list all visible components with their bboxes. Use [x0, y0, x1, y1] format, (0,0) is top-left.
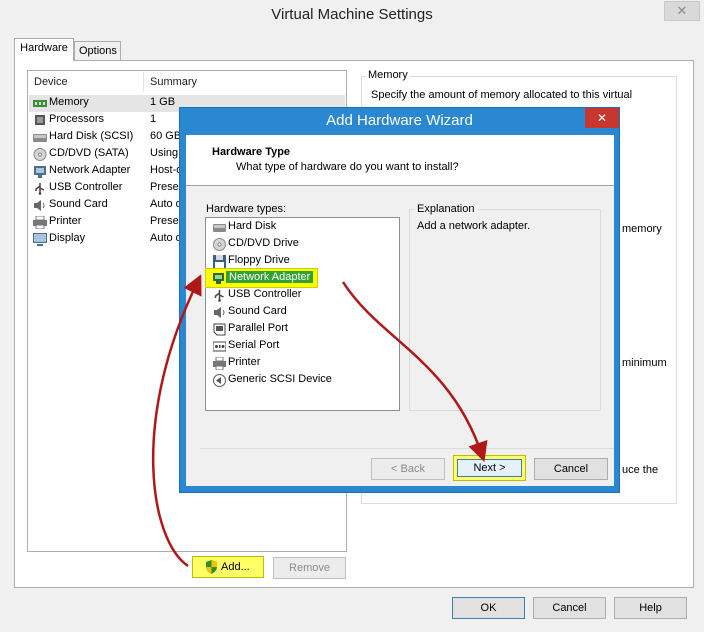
- close-icon: ✕: [596, 111, 608, 125]
- device-summary: Host-o: [150, 164, 180, 176]
- cd-dvd-icon: [33, 148, 47, 161]
- hardware-types-label: Hardware types:: [206, 203, 287, 215]
- window-title: Virtual Machine Settings: [271, 6, 433, 23]
- wizard-close-button[interactable]: ✕: [585, 108, 619, 128]
- hardware-type-label: Printer: [228, 356, 261, 368]
- memory-group-legend: Memory: [366, 69, 410, 81]
- device-name: Printer: [49, 215, 82, 227]
- add-button-label: Add...: [221, 561, 250, 573]
- sound-card-icon: [34, 200, 45, 211]
- device-column-header[interactable]: Device: [34, 76, 68, 88]
- wizard-header: [186, 135, 614, 185]
- tab-hardware[interactable]: Hardware: [14, 38, 74, 61]
- cancel-button[interactable]: Cancel: [533, 597, 606, 619]
- memory-text-fragment: uce the: [622, 464, 659, 476]
- device-name: Sound Card: [49, 198, 108, 210]
- scsi-device-icon: [213, 374, 226, 387]
- hardware-type-label: Parallel Port: [228, 322, 288, 334]
- processor-icon: [35, 115, 45, 125]
- printer-icon: [213, 357, 226, 370]
- back-button[interactable]: < Back: [371, 458, 445, 480]
- network-adapter-icon: [213, 273, 224, 284]
- hard-disk-icon: [33, 134, 47, 142]
- device-summary: Auto d: [150, 232, 180, 244]
- device-summary: 1: [150, 113, 157, 125]
- device-name: CD/DVD (SATA): [49, 147, 129, 159]
- device-name: Processors: [49, 113, 105, 125]
- network-adapter-icon: [34, 166, 46, 178]
- device-summary: Presen: [150, 181, 180, 193]
- next-button[interactable]: Next >: [453, 455, 526, 481]
- summary-column-header[interactable]: Summary: [150, 76, 197, 88]
- window-close-button[interactable]: ✕: [664, 1, 700, 21]
- hardware-type-label: Network Adapter: [226, 271, 314, 283]
- device-name: Display: [49, 232, 86, 244]
- device-name: Memory: [49, 96, 89, 108]
- hardware-type-label: Serial Port: [228, 339, 280, 351]
- remove-button[interactable]: Remove: [273, 557, 346, 579]
- hardware-type-label: Hard Disk: [228, 220, 277, 232]
- device-summary: Presen: [150, 215, 180, 227]
- next-button-label: Next >: [457, 459, 522, 477]
- close-icon: ✕: [676, 3, 688, 18]
- hardware-type-network-adapter[interactable]: Network Adapter: [205, 268, 318, 288]
- device-name: USB Controller: [49, 181, 123, 193]
- add-button[interactable]: Add...: [192, 556, 264, 578]
- device-summary: Using f: [150, 147, 180, 159]
- usb-icon: [214, 290, 224, 302]
- device-name: Hard Disk (SCSI): [49, 130, 134, 142]
- memory-text-fragment: minimum: [622, 357, 667, 369]
- column-divider: [143, 72, 144, 92]
- hardware-type-label: CD/DVD Drive: [228, 237, 299, 249]
- wizard-title: Add Hardware Wizard: [326, 112, 473, 129]
- hardware-type-label: Generic SCSI Device: [228, 373, 332, 385]
- memory-text-fragment: memory: [622, 223, 662, 235]
- hardware-type-label: USB Controller: [228, 288, 302, 300]
- wizard-cancel-button[interactable]: Cancel: [534, 458, 608, 480]
- explanation-group: [409, 209, 601, 411]
- display-icon: [33, 233, 47, 246]
- wizard-subheading: What type of hardware do you want to ins…: [236, 161, 459, 173]
- usb-icon: [35, 183, 45, 195]
- hardware-type-label: Floppy Drive: [228, 254, 290, 266]
- parallel-port-icon: [213, 323, 226, 336]
- ok-button[interactable]: OK: [452, 597, 525, 619]
- memory-description: Specify the amount of memory allocated t…: [371, 89, 633, 101]
- shield-icon: [206, 560, 217, 574]
- device-name: Network Adapter: [49, 164, 131, 176]
- explanation-legend: Explanation: [414, 203, 478, 215]
- device-summary: Auto d: [150, 198, 180, 210]
- floppy-icon: [213, 255, 226, 268]
- help-button[interactable]: Help: [614, 597, 687, 619]
- device-summary: 60 GB: [150, 130, 180, 142]
- serial-port-icon: [213, 341, 226, 352]
- hard-disk-icon: [213, 224, 226, 232]
- printer-icon: [33, 216, 47, 229]
- sound-card-icon: [214, 307, 225, 318]
- tab-options[interactable]: Options: [74, 41, 121, 61]
- hardware-type-label: Sound Card: [228, 305, 287, 317]
- cd-dvd-icon: [213, 238, 226, 251]
- memory-icon: [33, 100, 47, 107]
- device-summary: 1 GB: [150, 96, 176, 108]
- wizard-heading: Hardware Type: [212, 146, 291, 158]
- divider: [200, 448, 614, 449]
- explanation-text: Add a network adapter.: [417, 220, 531, 232]
